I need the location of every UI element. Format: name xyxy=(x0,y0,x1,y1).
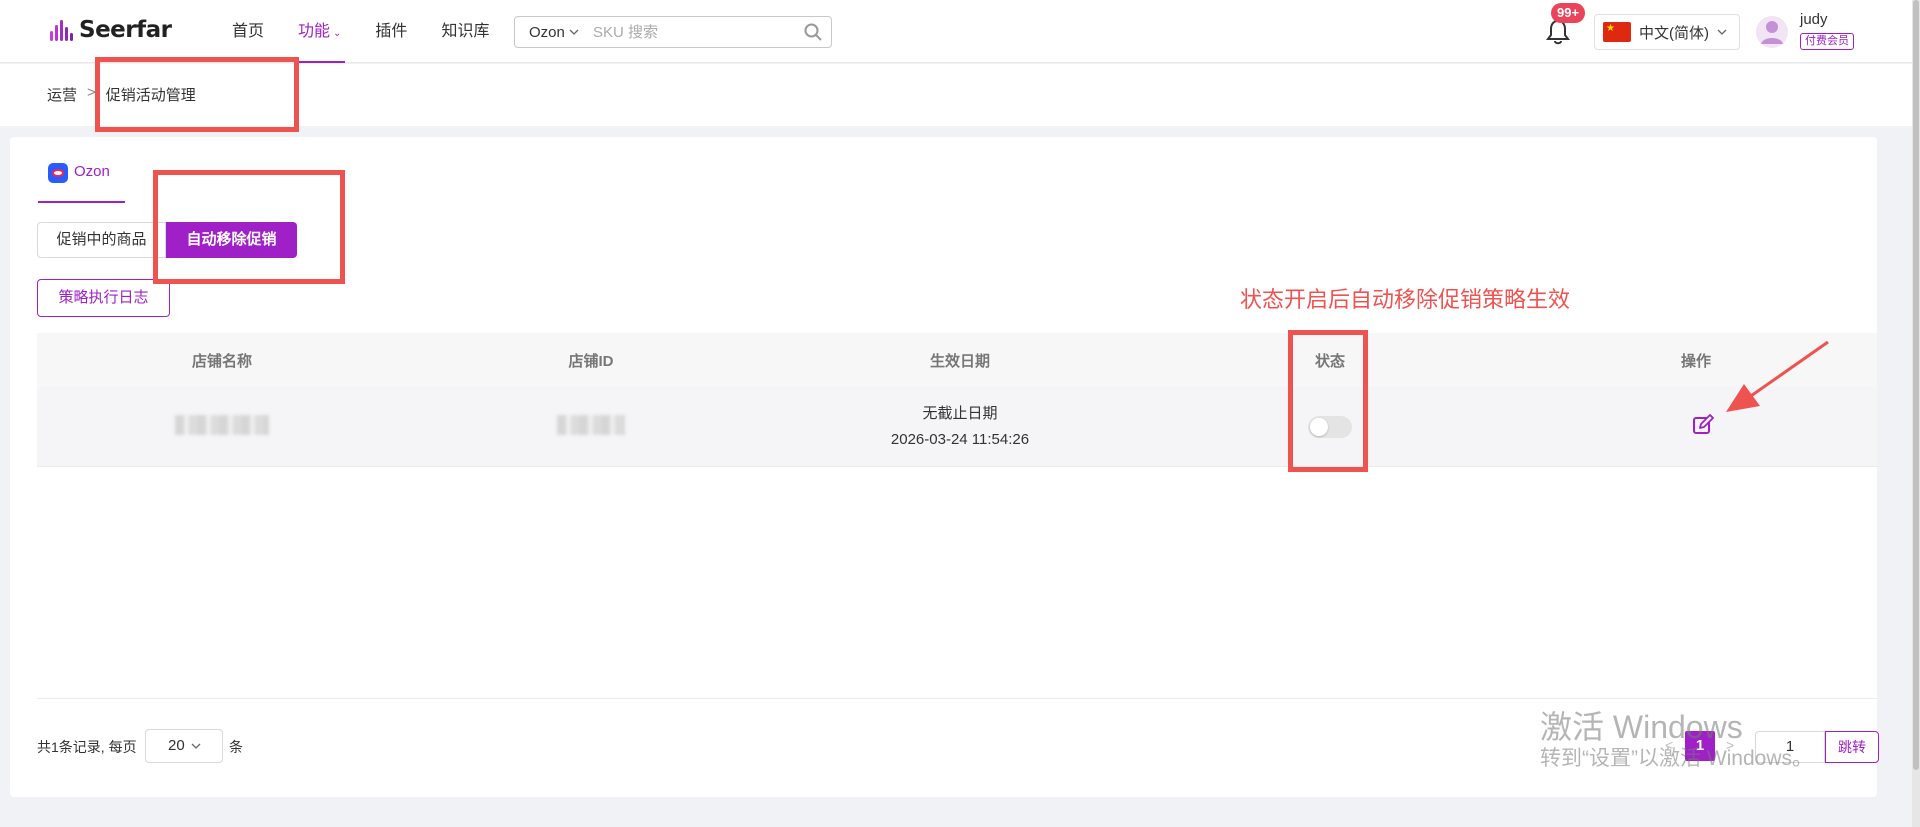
chevron-down-icon xyxy=(569,29,579,35)
tab-label: Ozon xyxy=(74,163,110,180)
search-platform-label: Ozon xyxy=(529,23,565,41)
nav-item-home[interactable]: 首页 xyxy=(222,0,274,63)
store-id-cell xyxy=(407,414,775,439)
blurred-store-name xyxy=(175,414,269,435)
language-label: 中文(简体) xyxy=(1639,24,1709,42)
nav-label: 知识库 xyxy=(441,23,490,40)
watermark-line-2: 转到“设置”以激活 Windows。 xyxy=(1540,747,1814,770)
page-size-unit: 条 xyxy=(229,739,243,755)
effective-date-cell: 无截止日期 2026-03-24 11:54:26 xyxy=(775,401,1145,453)
avatar[interactable] xyxy=(1756,14,1788,50)
brand-logo[interactable]: Seerfar xyxy=(50,17,172,43)
table-header: 店铺名称 店铺ID 生效日期 状态 操作 xyxy=(37,333,1877,387)
notification-badge: 99+ xyxy=(1551,3,1586,23)
annotation-box-tab xyxy=(153,170,345,284)
edit-icon[interactable] xyxy=(1691,413,1715,437)
chevron-down-icon xyxy=(191,743,201,749)
store-table: 店铺名称 店铺ID 生效日期 状态 操作 无截止日期 2026-03-24 11… xyxy=(37,333,1877,467)
column-header: 生效日期 xyxy=(929,352,990,370)
annotation-box-breadcrumb xyxy=(95,57,299,132)
annotation-box-status xyxy=(1288,330,1368,472)
scrollbar-thumb[interactable] xyxy=(1913,0,1919,770)
nav-item-plugins[interactable]: 插件 xyxy=(365,0,417,63)
nav-label: 插件 xyxy=(375,23,408,40)
search-platform-select[interactable]: Ozon xyxy=(515,24,593,41)
store-name-cell xyxy=(37,414,407,439)
member-badge: 付费会员 xyxy=(1800,33,1854,50)
page-size-value: 20 xyxy=(168,737,185,754)
page-size-select[interactable]: 20 xyxy=(145,729,223,763)
language-select[interactable]: 中文(简体) xyxy=(1594,14,1740,50)
logo-mark-icon xyxy=(50,19,73,41)
divider xyxy=(37,698,1877,699)
column-header: 店铺ID xyxy=(568,352,614,370)
brand-name: Seerfar xyxy=(79,17,172,43)
search-input[interactable] xyxy=(593,23,795,41)
tab-ozon[interactable]: Ozon xyxy=(38,163,125,203)
annotation-text: 状态开启后自动移除促销策略生效 xyxy=(1240,287,1571,312)
china-flag-icon xyxy=(1603,22,1631,42)
chevron-down-icon: ⌄ xyxy=(333,28,342,39)
date-line-2: 2026-03-24 11:54:26 xyxy=(890,430,1030,448)
date-line-1: 无截止日期 xyxy=(922,404,998,422)
breadcrumb-parent[interactable]: 运营 xyxy=(47,84,77,105)
chevron-down-icon xyxy=(1717,29,1727,35)
windows-watermark: 激活 Windows 转到“设置”以激活 Windows。 xyxy=(1540,708,1813,772)
tab-promoted-products[interactable]: 促销中的商品 xyxy=(37,222,166,258)
sku-search: Ozon xyxy=(514,16,832,48)
main-nav: 首页 功能 ⌄ 插件 知识库 xyxy=(222,0,513,63)
username[interactable]: judy xyxy=(1800,11,1828,28)
column-header: 店铺名称 xyxy=(191,352,252,370)
watermark-line-1: 激活 Windows xyxy=(1540,709,1743,745)
nav-item-features[interactable]: 功能 ⌄ xyxy=(288,0,351,63)
table-row: 无截止日期 2026-03-24 11:54:26 xyxy=(37,387,1877,467)
nav-label: 功能 xyxy=(298,23,331,40)
total-records: 共1条记录, 每页 xyxy=(37,739,137,755)
strategy-log-button[interactable]: 策略执行日志 xyxy=(37,279,170,317)
nav-item-knowledge-base[interactable]: 知识库 xyxy=(431,0,499,63)
search-icon[interactable] xyxy=(795,17,831,47)
jump-button[interactable]: 跳转 xyxy=(1825,731,1879,763)
nav-label: 首页 xyxy=(232,23,265,40)
top-header: Seerfar 首页 功能⌄ 插件 知识库 Ozon 99+ 中文(简体) ju… xyxy=(0,0,1912,63)
annotation-arrow-icon xyxy=(1726,340,1829,412)
ozon-logo-icon xyxy=(48,163,68,183)
blurred-store-id xyxy=(557,414,625,435)
